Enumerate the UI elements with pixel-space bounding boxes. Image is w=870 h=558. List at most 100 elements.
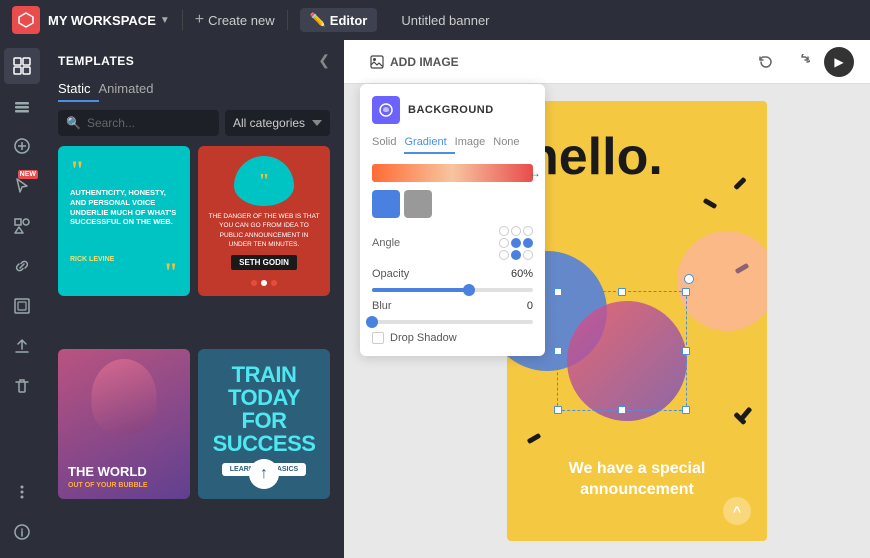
panel-title: TEMPLATES <box>58 54 134 68</box>
sidebar-item-brand[interactable] <box>4 128 40 164</box>
search-input[interactable] <box>87 110 211 136</box>
bg-tabs: Solid Gradient Image None <box>372 134 533 154</box>
handle-br[interactable] <box>682 406 690 414</box>
sidebar-item-more[interactable] <box>4 474 40 510</box>
template-card-3[interactable]: THE WORLD OUT OF YOUR BUBBLE <box>58 349 190 499</box>
handle-tl[interactable] <box>554 288 562 296</box>
app-logo[interactable] <box>12 6 40 34</box>
blur-value: 0 <box>527 300 533 312</box>
opacity-slider[interactable] <box>372 288 533 292</box>
template-card-1[interactable]: " AUTHENTICITY, HONESTY, AND PERSONAL VO… <box>58 146 190 296</box>
topbar: MY WORKSPACE ▼ + Create new ✏️ Editor Un… <box>0 0 870 40</box>
editor-tab[interactable]: ✏️ Editor <box>300 8 378 32</box>
drop-shadow-checkbox[interactable] <box>372 332 384 344</box>
bg-tab-none[interactable]: None <box>493 134 527 154</box>
tc3-title: THE WORLD <box>68 464 180 480</box>
blur-label: Blur <box>372 300 521 312</box>
handle-bc[interactable] <box>618 406 626 414</box>
add-image-button[interactable]: ADD IMAGE <box>360 49 469 75</box>
angle-dot-mc[interactable] <box>511 238 521 248</box>
canvas-content[interactable]: BACKGROUND Solid Gradient Image None ↔ A… <box>344 84 870 558</box>
angle-dot-mr[interactable] <box>523 238 533 248</box>
opacity-value: 60% <box>511 268 533 280</box>
dot-1 <box>251 280 257 286</box>
angle-dot-bl[interactable] <box>499 250 509 260</box>
tc3-vr-img <box>92 359 157 434</box>
pencil-icon: ✏️ <box>310 12 326 28</box>
handle-bl[interactable] <box>554 406 562 414</box>
canvas-toolbar: ADD IMAGE ▶ <box>344 40 870 84</box>
dash-8 <box>740 407 753 421</box>
drop-shadow-row: Drop Shadow <box>372 332 533 344</box>
angle-dot-tc[interactable] <box>511 226 521 236</box>
main-layout: NEW TEMPLATES ❮ Static Anim <box>0 40 870 558</box>
blur-slider[interactable] <box>372 320 533 324</box>
panel-tabs: Static Animated <box>44 77 344 110</box>
panel-search: 🔍 All categories <box>44 110 344 146</box>
angle-row: Angle <box>372 226 533 260</box>
opacity-thumb[interactable] <box>463 284 475 296</box>
template-grid: " AUTHENTICITY, HONESTY, AND PERSONAL VO… <box>44 146 344 558</box>
banner-canvas[interactable]: hello. <box>507 101 767 541</box>
angle-dot-ml[interactable] <box>499 238 509 248</box>
panel-header: TEMPLATES ❮ <box>44 40 344 77</box>
workspace-selector[interactable]: MY WORKSPACE ▼ <box>48 13 170 28</box>
sidebar-item-frames[interactable] <box>4 288 40 324</box>
gradient-bar[interactable]: ↔ <box>372 164 533 182</box>
tc3-titles: THE WORLD OUT OF YOUR BUBBLE <box>68 464 180 489</box>
search-box: 🔍 <box>58 110 219 136</box>
redo-button[interactable] <box>788 48 816 76</box>
color-swatch-blue[interactable] <box>372 190 400 218</box>
rotate-handle[interactable] <box>684 274 694 284</box>
undo-button[interactable] <box>752 48 780 76</box>
angle-dot-bc[interactable] <box>511 250 521 260</box>
template-card-4[interactable]: TRAINTODAYFORSUCCESS LEARN THE BASICS ↑ <box>198 349 330 499</box>
opacity-fill <box>372 288 469 292</box>
canvas-toolbar-right: ▶ <box>752 47 854 77</box>
sidebar-item-shapes[interactable] <box>4 208 40 244</box>
selection-box[interactable] <box>557 291 687 411</box>
template-card-2[interactable]: " THE DANGER OF THE WEB IS THAT YOU CAN … <box>198 146 330 296</box>
angle-dot-tl[interactable] <box>499 226 509 236</box>
angle-grid[interactable] <box>499 226 533 260</box>
sidebar-item-delete[interactable] <box>4 368 40 404</box>
blur-row: Blur 0 <box>372 300 533 312</box>
tab-static[interactable]: Static <box>58 77 99 102</box>
handle-ml[interactable] <box>554 347 562 355</box>
angle-dot-tr[interactable] <box>523 226 533 236</box>
topbar-divider2 <box>287 10 288 30</box>
banner-chevron-icon[interactable]: ^ <box>723 497 751 525</box>
create-new-button[interactable]: + Create new <box>195 11 275 29</box>
banner-hello-text: hello. <box>527 131 747 183</box>
sidebar-item-publish[interactable] <box>4 328 40 364</box>
banner-bottom-text: We have a specialannouncement <box>507 459 767 501</box>
topbar-divider <box>182 10 183 30</box>
sidebar-item-cursor[interactable]: NEW <box>4 168 40 204</box>
dot-2 <box>261 280 267 286</box>
handle-mr[interactable] <box>682 347 690 355</box>
sidebar-item-info[interactable] <box>4 514 40 550</box>
color-swatch-gray[interactable] <box>404 190 432 218</box>
tab-animated[interactable]: Animated <box>99 77 162 102</box>
opacity-row: Opacity 60% <box>372 268 533 280</box>
handle-tc[interactable] <box>618 288 626 296</box>
bg-tab-image[interactable]: Image <box>455 134 494 154</box>
blur-thumb[interactable] <box>366 316 378 328</box>
sidebar-item-links[interactable] <box>4 248 40 284</box>
add-image-icon <box>370 55 384 69</box>
sidebar-item-templates[interactable] <box>4 48 40 84</box>
handle-tr[interactable] <box>682 288 690 296</box>
panel-collapse-button[interactable]: ❮ <box>318 52 330 69</box>
gradient-arrow-icon[interactable]: ↔ <box>529 166 541 180</box>
bg-tab-solid[interactable]: Solid <box>372 134 404 154</box>
opacity-label: Opacity <box>372 268 505 280</box>
bg-tab-gradient[interactable]: Gradient <box>404 134 454 154</box>
play-button[interactable]: ▶ <box>824 47 854 77</box>
tc4-upload-circle[interactable]: ↑ <box>249 459 279 489</box>
search-icon: 🔍 <box>66 116 81 130</box>
sidebar-item-layers[interactable] <box>4 88 40 124</box>
dash-6 <box>527 433 542 444</box>
category-select[interactable]: All categories <box>225 110 330 136</box>
angle-dot-br[interactable] <box>523 250 533 260</box>
banner-title[interactable]: Untitled banner <box>401 13 489 28</box>
